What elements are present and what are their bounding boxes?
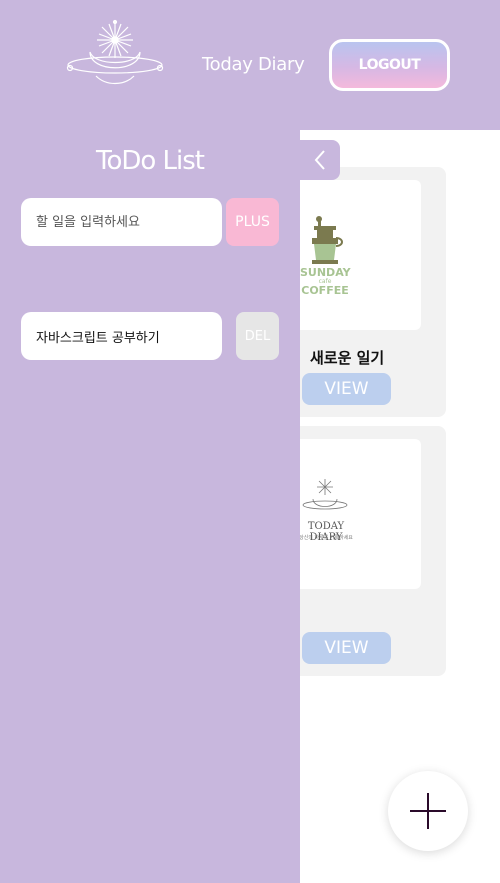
plus-button[interactable]: PLUS [226,198,279,246]
diary-card: TODAY DIARY 당신의 하루를 기록하세요 VIEW [280,426,446,676]
chevron-left-icon [314,150,325,170]
logout-button[interactable]: LOGOUT [329,39,450,91]
plus-icon [410,793,446,829]
logo-icon[interactable] [66,18,164,88]
card-brand-mid: 당신의 하루를 기록하세요 [299,535,353,541]
site-title: Today Diary [202,54,305,75]
today-diary-logo-icon [302,479,348,510]
view-button[interactable]: VIEW [302,632,391,664]
card-brand-bottom: COFFEE [301,284,349,297]
todo-item: 자바스크립트 공부하기 [21,312,222,360]
card-thumbnail: TODAY DIARY 당신의 하루를 기록하세요 [280,439,421,589]
header: Today Diary LOGOUT [0,0,500,130]
coffee-grinder-icon [312,216,343,264]
todo-input[interactable] [21,198,222,246]
view-button[interactable]: VIEW [302,373,391,405]
add-diary-button[interactable] [388,771,468,851]
sidebar-toggle-button[interactable] [300,140,340,180]
card-title: 새로운 일기 [310,349,385,367]
diary-card: SUNDAY cafe COFFEE 새로운 일기 VIEW [280,167,446,417]
todo-sidebar: ToDo List PLUS 자바스크립트 공부하기 DEL [0,130,300,883]
todo-title: ToDo List [95,146,205,176]
card-thumbnail: SUNDAY cafe COFFEE [280,180,421,330]
delete-button[interactable]: DEL [236,312,279,360]
